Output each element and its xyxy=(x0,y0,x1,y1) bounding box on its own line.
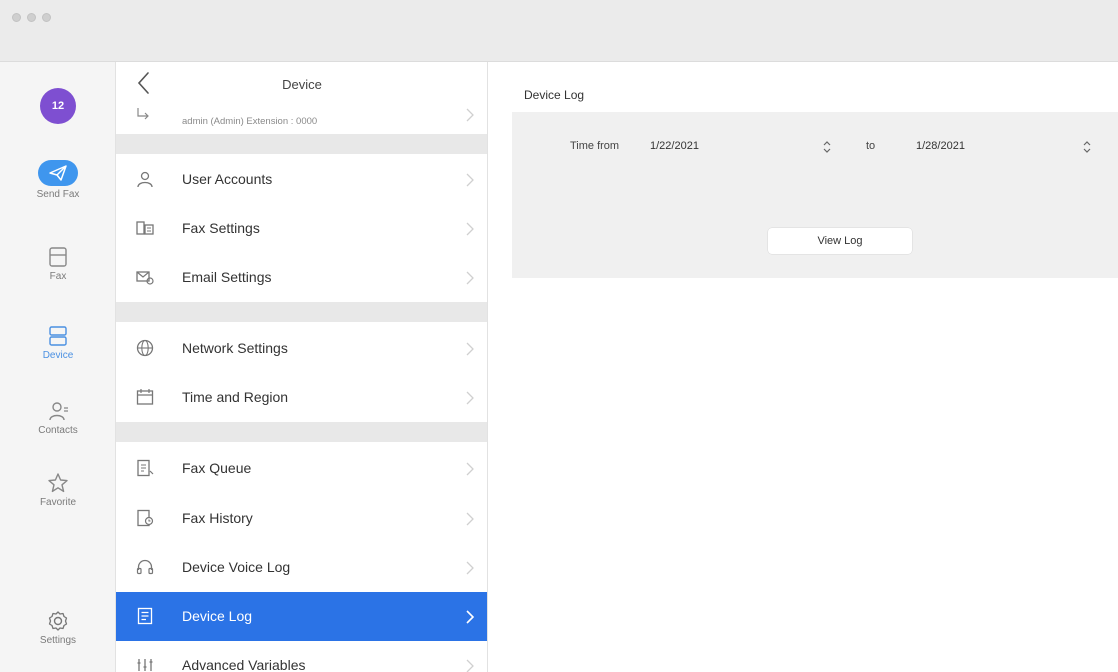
menu-device-log-label: Device Log xyxy=(182,608,253,624)
device-settings-list: Device admin (Admin) Extension : 0000 Us… xyxy=(116,62,488,672)
gear-icon xyxy=(48,611,68,631)
chevron-right-icon xyxy=(466,342,474,356)
menu-network-settings-label: Network Settings xyxy=(182,340,288,356)
log-icon xyxy=(137,607,153,625)
menu-user-accounts-label: User Accounts xyxy=(182,171,273,187)
to-date-picker[interactable]: 1/28/2021 xyxy=(916,136,1096,158)
menu-fax-queue[interactable]: Fax Queue xyxy=(116,444,487,493)
minimize-window-button[interactable] xyxy=(27,13,36,22)
chevron-right-icon xyxy=(466,610,474,624)
fax-settings-icon xyxy=(136,221,154,235)
menu-fax-settings[interactable]: Fax Settings xyxy=(116,204,487,253)
user-switch-icon xyxy=(137,108,149,120)
menu-advanced-variables-label: Advanced Variables xyxy=(182,657,306,672)
chevron-right-icon xyxy=(466,659,474,672)
left-nav-rail: 12 Send Fax Fax Device Contacts Favorite… xyxy=(0,62,116,672)
close-window-button[interactable] xyxy=(12,13,21,22)
avatar[interactable]: 12 xyxy=(40,88,76,124)
device-log-form: Time from 1/22/2021 to 1/28/2021 View Lo… xyxy=(512,112,1118,278)
group-separator xyxy=(116,302,487,322)
to-date-stepper-icon[interactable] xyxy=(1082,139,1092,155)
from-date-value: 1/22/2021 xyxy=(650,140,699,152)
chevron-right-icon xyxy=(466,512,474,526)
chevron-right-icon xyxy=(466,173,474,187)
avatar-text: 12 xyxy=(51,100,65,112)
user-accounts-icon xyxy=(137,171,153,188)
menu-advanced-variables[interactable]: Advanced Variables xyxy=(116,641,487,672)
headset-icon xyxy=(136,559,154,575)
star-icon xyxy=(48,473,68,493)
nav-send-fax[interactable]: Send Fax xyxy=(0,160,116,200)
to-date-value: 1/28/2021 xyxy=(916,140,965,152)
chevron-right-icon xyxy=(466,222,474,236)
nav-favorite-label: Favorite xyxy=(39,497,77,508)
nav-contacts[interactable]: Contacts xyxy=(0,400,116,436)
menu-device-voice-log-label: Device Voice Log xyxy=(182,559,291,575)
menu-network-settings[interactable]: Network Settings xyxy=(116,324,487,373)
menu-fax-queue-label: Fax Queue xyxy=(182,460,252,476)
menu-email-settings[interactable]: Email Settings xyxy=(116,253,487,302)
nav-device-label: Device xyxy=(42,350,74,361)
inbox-icon xyxy=(49,247,67,267)
menu-fax-history-label: Fax History xyxy=(182,510,253,526)
group-separator xyxy=(116,422,487,442)
nav-fax-label: Fax xyxy=(49,271,67,282)
device-panel-title: Device xyxy=(282,77,322,92)
nav-settings-label: Settings xyxy=(39,635,77,646)
zoom-window-button[interactable] xyxy=(42,13,51,22)
from-date-picker[interactable]: 1/22/2021 xyxy=(650,136,834,158)
menu-time-and-region[interactable]: Time and Region xyxy=(116,373,487,422)
nav-contacts-label: Contacts xyxy=(38,425,78,436)
to-label: to xyxy=(866,140,876,152)
nav-send-fax-label: Send Fax xyxy=(36,189,80,200)
device-icon xyxy=(49,326,67,346)
chevron-right-icon xyxy=(466,271,474,285)
menu-fax-settings-label: Fax Settings xyxy=(182,220,260,236)
chevron-right-icon xyxy=(466,561,474,575)
fax-queue-icon xyxy=(137,459,154,477)
fax-history-icon xyxy=(137,509,154,527)
view-log-button[interactable]: View Log xyxy=(768,228,912,254)
menu-email-settings-label: Email Settings xyxy=(182,269,272,285)
nav-fax[interactable]: Fax xyxy=(0,246,116,282)
nav-device[interactable]: Device xyxy=(0,325,116,361)
chevron-right-icon xyxy=(466,462,474,476)
calendar-icon xyxy=(136,389,154,405)
current-user-text: admin (Admin) Extension : 0000 xyxy=(182,116,318,127)
from-date-stepper-icon[interactable] xyxy=(822,139,832,155)
email-settings-icon xyxy=(136,271,154,285)
menu-device-voice-log[interactable]: Device Voice Log xyxy=(116,543,487,592)
time-from-label: Time from xyxy=(570,140,620,152)
menu-time-and-region-label: Time and Region xyxy=(182,389,289,405)
contacts-icon xyxy=(49,402,68,421)
nav-favorite[interactable]: Favorite xyxy=(0,472,116,508)
chevron-right-icon xyxy=(466,108,474,122)
current-user-row[interactable]: admin (Admin) Extension : 0000 xyxy=(116,104,487,134)
menu-user-accounts[interactable]: User Accounts xyxy=(116,155,487,204)
nav-settings[interactable]: Settings xyxy=(0,610,116,646)
menu-device-log[interactable]: Device Log xyxy=(116,592,487,641)
send-fax-icon xyxy=(38,160,78,186)
globe-icon xyxy=(136,339,154,357)
group-separator xyxy=(116,134,487,154)
chevron-right-icon xyxy=(466,391,474,405)
device-log-pane: Device Log Time from 1/22/2021 to 1/28/2… xyxy=(488,62,1118,672)
menu-fax-history[interactable]: Fax History xyxy=(116,494,487,543)
variables-icon xyxy=(137,659,153,671)
device-log-title: Device Log xyxy=(524,88,585,102)
window-titlebar xyxy=(0,0,1118,62)
